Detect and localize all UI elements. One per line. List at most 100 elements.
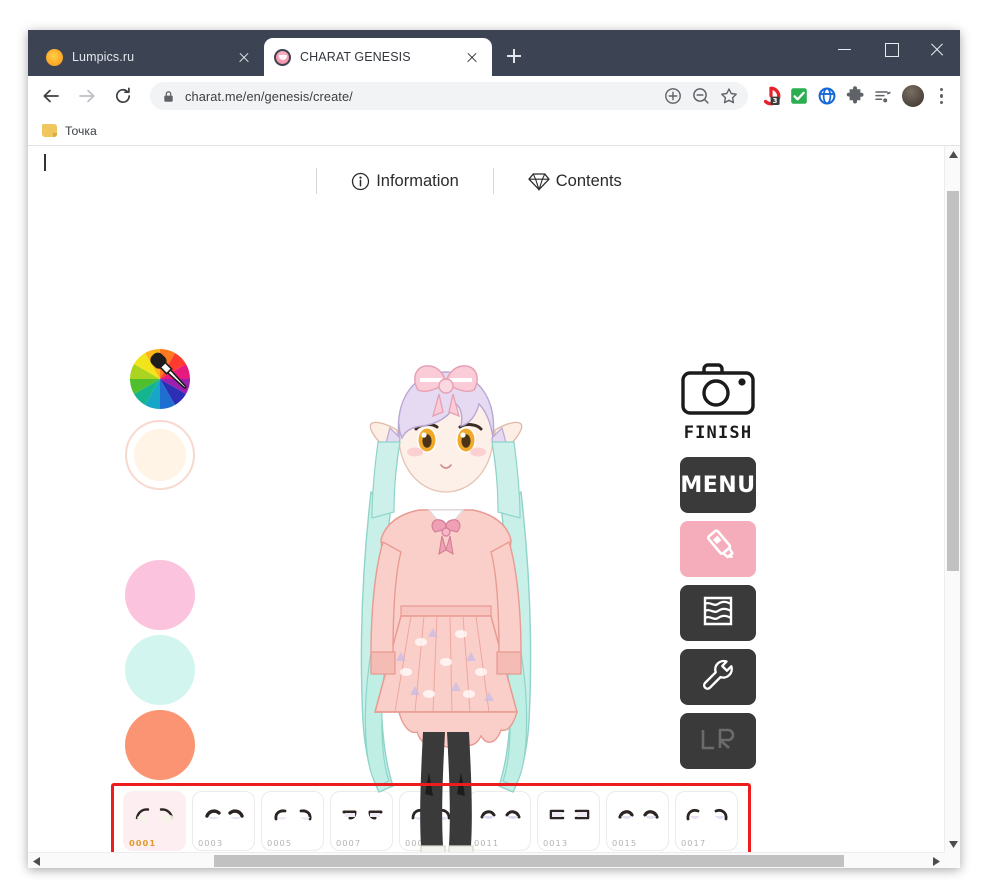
browser-window: Lumpics.ru CHARAT GENESIS charat.me/en/g… xyxy=(28,30,960,868)
bookmark-star-icon[interactable] xyxy=(716,83,742,109)
close-icon[interactable] xyxy=(234,47,254,67)
wrench-icon xyxy=(697,654,739,701)
grid-item-0015[interactable]: 0015 xyxy=(606,791,669,851)
bookmark-folder-tochka[interactable]: Точка xyxy=(42,124,97,138)
grid-item-0013[interactable]: 0013 xyxy=(537,791,600,851)
tool-buttons: FINISH MENU xyxy=(680,362,756,777)
zoom-out-icon[interactable] xyxy=(688,83,714,109)
browser-toolbar: charat.me/en/genesis/create/ 3 xyxy=(28,76,960,116)
grid-item-label: 0005 xyxy=(267,838,293,848)
tab-contents-label: Contents xyxy=(555,171,622,190)
menu-button[interactable]: MENU xyxy=(680,457,756,513)
tab-information[interactable]: Information xyxy=(317,172,493,191)
grid-item-label: 0007 xyxy=(336,838,362,848)
finish-label: FINISH xyxy=(683,423,753,443)
page-viewport: Information Contents FINISH MENU 0001 00… xyxy=(28,146,960,868)
lock-icon xyxy=(162,90,175,103)
scrollbar-corner xyxy=(944,852,960,868)
tab-title: CHARAT GENESIS xyxy=(300,50,411,64)
omnibox-icons xyxy=(660,83,742,109)
scroll-left-arrow-icon[interactable] xyxy=(28,853,44,868)
globe-extension-icon[interactable] xyxy=(814,83,840,109)
media-playlist-icon[interactable] xyxy=(870,83,896,109)
maximize-icon[interactable] xyxy=(868,30,914,68)
reload-icon[interactable] xyxy=(108,81,138,111)
brush-icon xyxy=(694,527,742,572)
url-text: charat.me/en/genesis/create/ xyxy=(185,88,353,104)
menu-label: MENU xyxy=(680,472,756,498)
finish-button[interactable]: FINISH xyxy=(680,362,756,443)
grid-item-label: 0017 xyxy=(681,838,707,848)
close-icon[interactable] xyxy=(914,30,960,68)
scroll-up-arrow-icon[interactable] xyxy=(945,146,960,162)
new-tab-button[interactable] xyxy=(499,41,529,71)
avatar-icon[interactable] xyxy=(902,85,924,107)
pattern-button[interactable] xyxy=(680,585,756,641)
screen: Lumpics.ru CHARAT GENESIS charat.me/en/g… xyxy=(0,0,990,894)
tab-information-label: Information xyxy=(376,171,459,190)
horizontal-scroll-thumb[interactable] xyxy=(214,855,844,867)
grid-item-label: 0001 xyxy=(129,838,157,848)
horizontal-scrollbar[interactable] xyxy=(28,852,944,868)
svg-text:3: 3 xyxy=(773,97,778,105)
grid-item-label: 0011 xyxy=(474,838,500,848)
window-controls xyxy=(822,30,960,76)
browser-tab-lumpics[interactable]: Lumpics.ru xyxy=(36,38,264,76)
charat-character-icon xyxy=(274,48,291,66)
color-swatch-mint[interactable] xyxy=(125,635,195,705)
browser-tab-charat[interactable]: CHARAT GENESIS xyxy=(264,38,492,76)
info-circle-icon xyxy=(351,172,370,191)
color-wheel-eyedropper-icon[interactable] xyxy=(125,344,195,414)
grid-item-0005[interactable]: 0005 xyxy=(261,791,324,851)
bookmark-label: Точка xyxy=(65,123,97,138)
page-header-tabs: Information Contents xyxy=(28,168,944,194)
checkmark-extension-icon[interactable] xyxy=(786,83,812,109)
back-arrow-icon[interactable] xyxy=(36,81,66,111)
eye-item-grid: 0001 0003 0005 0007 0009 0011 0013 0015 … xyxy=(123,791,749,852)
grid-item-0017[interactable]: 0017 xyxy=(675,791,738,851)
address-bar[interactable]: charat.me/en/genesis/create/ xyxy=(150,82,748,110)
character-preview xyxy=(311,342,581,852)
scroll-right-arrow-icon[interactable] xyxy=(928,853,944,868)
lr-icon xyxy=(696,726,740,757)
tab-strip: Lumpics.ru CHARAT GENESIS xyxy=(28,30,529,76)
color-swatch-selected[interactable] xyxy=(125,420,195,490)
close-icon[interactable] xyxy=(462,47,482,67)
color-palette xyxy=(125,344,199,780)
adblock-icon[interactable]: 3 xyxy=(758,83,784,109)
settings-button[interactable] xyxy=(680,649,756,705)
forward-arrow-icon xyxy=(72,81,102,111)
color-swatch-salmon[interactable] xyxy=(125,710,195,780)
tab-contents[interactable]: Contents xyxy=(494,172,656,191)
flag-pattern-icon xyxy=(698,591,738,636)
scroll-down-arrow-icon[interactable] xyxy=(945,836,960,852)
three-dot-menu-icon[interactable] xyxy=(930,83,952,109)
add-to-page-icon[interactable] xyxy=(660,83,686,109)
vertical-scrollbar[interactable] xyxy=(944,146,960,852)
grid-item-0003[interactable]: 0003 xyxy=(192,791,255,851)
grid-item-label: 0003 xyxy=(198,838,224,848)
tab-title: Lumpics.ru xyxy=(72,50,135,64)
color-swatch-pink[interactable] xyxy=(125,560,195,630)
brush-button[interactable] xyxy=(680,521,756,577)
diamond-icon xyxy=(528,172,550,191)
extension-icons: 3 xyxy=(754,83,952,109)
puzzle-extensions-icon[interactable] xyxy=(842,83,868,109)
bookmarks-bar: Точка xyxy=(28,116,960,146)
grid-item-0009[interactable]: 0009 xyxy=(399,791,462,851)
grid-item-0011[interactable]: 0011 xyxy=(468,791,531,851)
orange-circle-icon xyxy=(46,48,63,66)
grid-item-0001[interactable]: 0001 xyxy=(123,791,186,851)
grid-item-label: 0015 xyxy=(612,838,638,848)
folder-icon xyxy=(42,124,57,137)
grid-row: 0001 0003 0005 0007 0009 0011 0013 0015 … xyxy=(123,791,749,851)
grid-item-label: 0013 xyxy=(543,838,569,848)
lr-button[interactable] xyxy=(680,713,756,769)
grid-item-label: 0009 xyxy=(405,838,431,848)
grid-item-0007[interactable]: 0007 xyxy=(330,791,393,851)
browser-titlebar: Lumpics.ru CHARAT GENESIS xyxy=(28,30,960,76)
vertical-scroll-thumb[interactable] xyxy=(947,191,959,571)
minimize-icon[interactable] xyxy=(822,30,868,68)
page-content: Information Contents FINISH MENU 0001 00… xyxy=(28,146,944,852)
camera-icon xyxy=(680,362,756,421)
